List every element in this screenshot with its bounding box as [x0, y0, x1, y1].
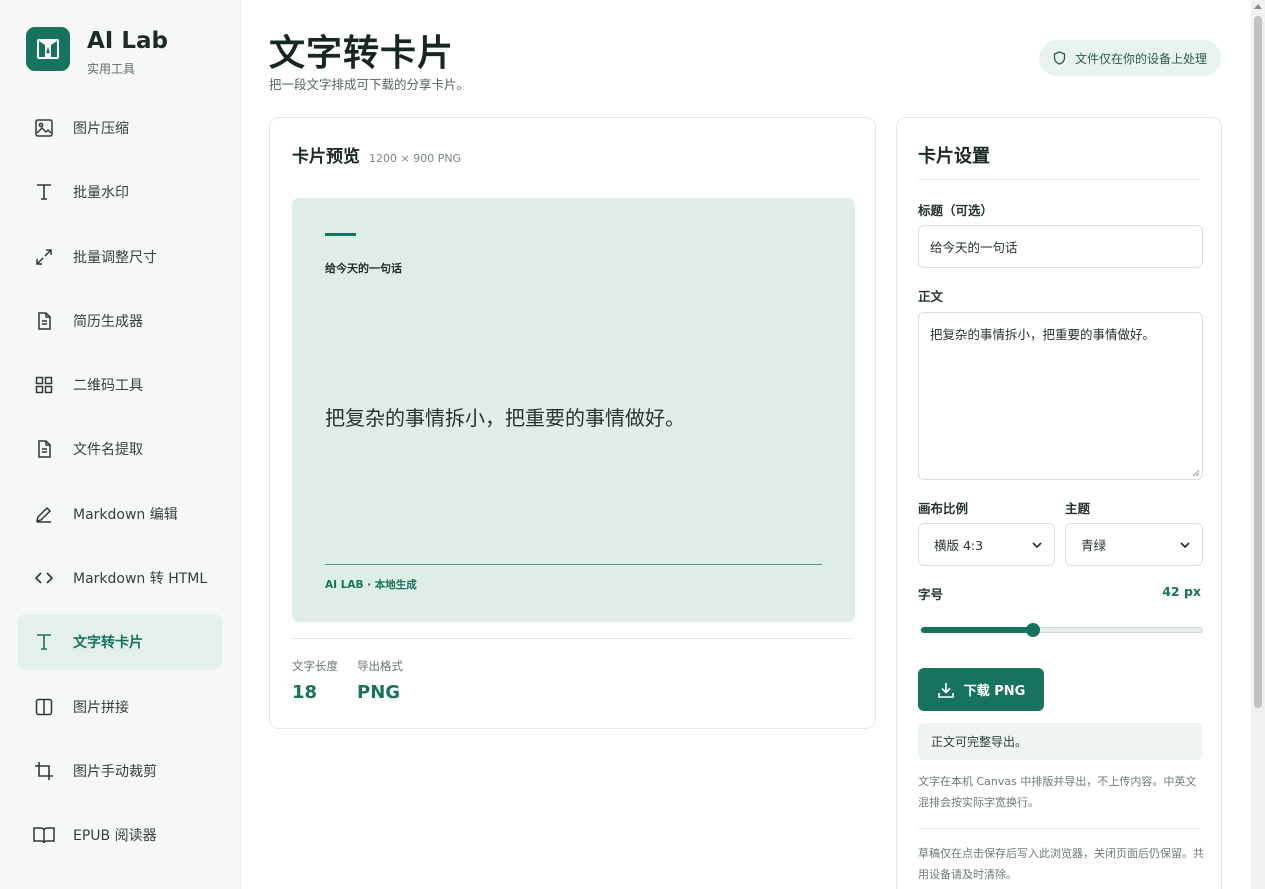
document-icon — [33, 310, 55, 332]
book-icon — [33, 824, 55, 846]
sidebar-item-batch-resize[interactable]: 批量调整尺寸 — [18, 229, 222, 285]
document-icon — [33, 438, 55, 460]
theme-select[interactable]: 青绿 — [1065, 523, 1203, 566]
sidebar: AI Lab 实用工具 图片压缩 批量水印 批量调整尺寸 简历生成器 二维码工具… — [0, 0, 241, 889]
card-preview-canvas: 给今天的一句话 把复杂的事情拆小，把重要的事情做好。 AI LAB · 本地生成 — [292, 198, 855, 622]
theme-label: 主题 — [1065, 501, 1091, 516]
ratio-select[interactable]: 横版 4:3 — [918, 523, 1055, 566]
scroll-up-arrow-icon[interactable] — [1254, 4, 1262, 9]
resize-grip-icon[interactable] — [1192, 469, 1200, 477]
sidebar-item-batch-watermark[interactable]: 批量水印 — [18, 164, 222, 220]
slider-thumb[interactable] — [1026, 623, 1041, 637]
sidebar-item-text-card[interactable]: 文字转卡片 — [18, 614, 222, 671]
brand-logo-icon — [26, 27, 70, 71]
card-accent-bar — [325, 233, 356, 236]
download-button-label: 下载 PNG — [963, 684, 1026, 699]
settings-title: 卡片设置 — [918, 146, 990, 167]
stat-value: PNG — [357, 682, 401, 703]
stat-label: 导出格式 — [357, 659, 403, 673]
canvas-note: 文字在本机 Canvas 中排版并导出，不上传内容。中英文混排会按实际字宽换行。 — [918, 775, 1197, 809]
text-icon — [33, 631, 55, 653]
ratio-label: 画布比例 — [918, 501, 969, 516]
sidebar-item-image-crop[interactable]: 图片手动裁剪 — [18, 743, 222, 799]
ratio-select-value: 横版 4:3 — [934, 538, 984, 553]
draft-note: 草稿仅在点击保存后写入此浏览器，关闭页面后仍保留。共用设备请及时清除。 — [918, 847, 1204, 881]
preview-size-label: 1200 × 900 PNG — [369, 152, 462, 165]
sidebar-item-label: Markdown 转 HTML — [73, 571, 208, 588]
page-title: 文字转卡片 — [269, 33, 455, 74]
stat-value: 18 — [292, 682, 318, 703]
columns-icon — [33, 696, 55, 718]
stat-export-format: 导出格式 PNG — [357, 658, 403, 703]
preview-title: 卡片预览 — [292, 147, 360, 167]
card-preview-panel: 卡片预览 1200 × 900 PNG 给今天的一句话 把复杂的事情拆小，把重要… — [269, 117, 876, 729]
divider — [918, 179, 1200, 180]
sidebar-item-filename-extract[interactable]: 文件名提取 — [18, 421, 222, 477]
privacy-badge: 文件仅在你的设备上处理 — [1038, 40, 1221, 76]
brand-subtitle: 实用工具 — [87, 62, 136, 76]
divider — [918, 828, 1200, 829]
export-status: 正文可完整导出。 — [918, 723, 1203, 760]
page-scrollbar[interactable] — [1251, 0, 1265, 889]
grid-icon — [33, 374, 55, 396]
title-input[interactable]: 给今天的一句话 — [918, 225, 1203, 268]
sidebar-item-label: 图片手动裁剪 — [73, 763, 157, 780]
body-textarea[interactable]: 把复杂的事情拆小，把重要的事情做好。 — [918, 312, 1203, 480]
sidebar-item-label: 批量调整尺寸 — [73, 249, 157, 266]
sidebar-item-markdown-html[interactable]: Markdown 转 HTML — [18, 550, 222, 606]
image-icon — [33, 117, 55, 139]
chevron-down-icon — [1180, 541, 1190, 548]
chevron-down-icon — [1032, 541, 1042, 548]
brand[interactable]: AI Lab 实用工具 — [26, 27, 168, 77]
divider — [292, 638, 853, 639]
sidebar-item-label: Markdown 编辑 — [73, 506, 178, 523]
sidebar-item-image-compress[interactable]: 图片压缩 — [18, 100, 222, 156]
sidebar-item-label: 图片拼接 — [73, 699, 129, 716]
body-textarea-value: 把复杂的事情拆小，把重要的事情做好。 — [930, 327, 1156, 342]
card-footer: AI LAB · 本地生成 — [325, 579, 417, 591]
privacy-badge-text: 文件仅在你的设备上处理 — [1074, 51, 1207, 66]
title-field-label: 标题（可选） — [918, 203, 994, 218]
text-icon — [33, 181, 55, 203]
sidebar-item-epub-reader[interactable]: EPUB 阅读器 — [18, 807, 222, 863]
card-title: 给今天的一句话 — [325, 262, 402, 275]
font-size-slider[interactable] — [920, 623, 1203, 637]
sidebar-item-label: 图片压缩 — [73, 121, 129, 137]
scrollbar-thumb[interactable] — [1254, 16, 1262, 708]
card-divider — [325, 564, 822, 565]
font-size-label: 字号 — [918, 587, 944, 602]
card-settings-panel: 卡片设置 标题（可选） 给今天的一句话 正文 把复杂的事情拆小，把重要的事情做好… — [896, 117, 1222, 889]
sidebar-item-label: 简历生成器 — [73, 313, 143, 330]
stat-text-length: 文字长度 18 — [292, 658, 338, 703]
sidebar-item-resume[interactable]: 简历生成器 — [18, 293, 222, 349]
sidebar-nav: 图片压缩 批量水印 批量调整尺寸 简历生成器 二维码工具 文件名提取 Markd… — [18, 100, 222, 872]
download-icon — [937, 681, 955, 699]
sidebar-item-qrcode[interactable]: 二维码工具 — [18, 357, 222, 413]
sidebar-item-label: 文件名提取 — [73, 442, 143, 459]
expand-icon — [33, 246, 55, 268]
download-png-button[interactable]: 下载 PNG — [918, 668, 1044, 711]
main-content: 文字转卡片 把一段文字排成可下载的分享卡片。 文件仅在你的设备上处理 卡片预览 … — [241, 0, 1251, 889]
sidebar-item-label: 文字转卡片 — [73, 635, 143, 652]
theme-select-value: 青绿 — [1081, 538, 1107, 553]
sidebar-item-markdown-edit[interactable]: Markdown 编辑 — [18, 486, 222, 542]
crop-icon — [33, 760, 55, 782]
sidebar-item-label: EPUB 阅读器 — [73, 828, 157, 845]
body-field-label: 正文 — [918, 289, 944, 304]
slider-fill — [921, 627, 1034, 633]
shield-icon — [1053, 51, 1066, 65]
pen-icon — [33, 503, 55, 525]
sidebar-item-image-stitch[interactable]: 图片拼接 — [18, 679, 222, 735]
brand-name: AI Lab — [87, 28, 169, 54]
code-icon — [33, 567, 55, 589]
sidebar-item-label: 二维码工具 — [73, 378, 143, 395]
font-size-value: 42 px — [1162, 584, 1201, 599]
sidebar-item-label: 批量水印 — [73, 185, 129, 202]
page-subtitle: 把一段文字排成可下载的分享卡片。 — [269, 77, 470, 92]
stat-label: 文字长度 — [292, 659, 338, 673]
card-body-text: 把复杂的事情拆小，把重要的事情做好。 — [325, 406, 685, 430]
